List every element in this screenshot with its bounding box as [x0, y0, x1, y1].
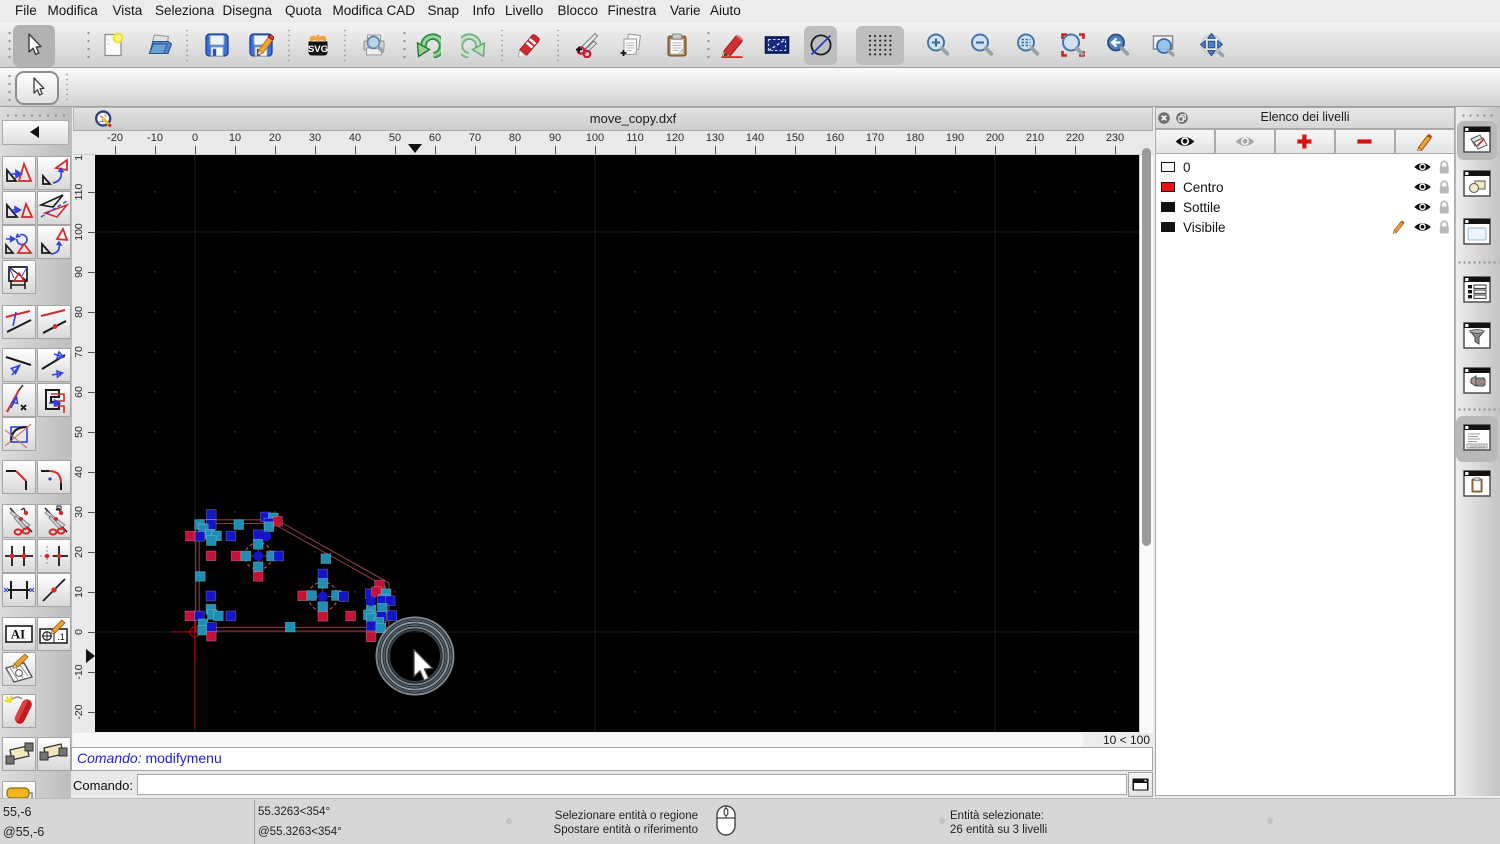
svg-text:.1: .1: [57, 632, 65, 642]
svg-text:SVG: SVG: [308, 44, 328, 55]
svg-text:command: command: [1469, 444, 1484, 448]
svg-text:AI: AI: [11, 627, 25, 642]
